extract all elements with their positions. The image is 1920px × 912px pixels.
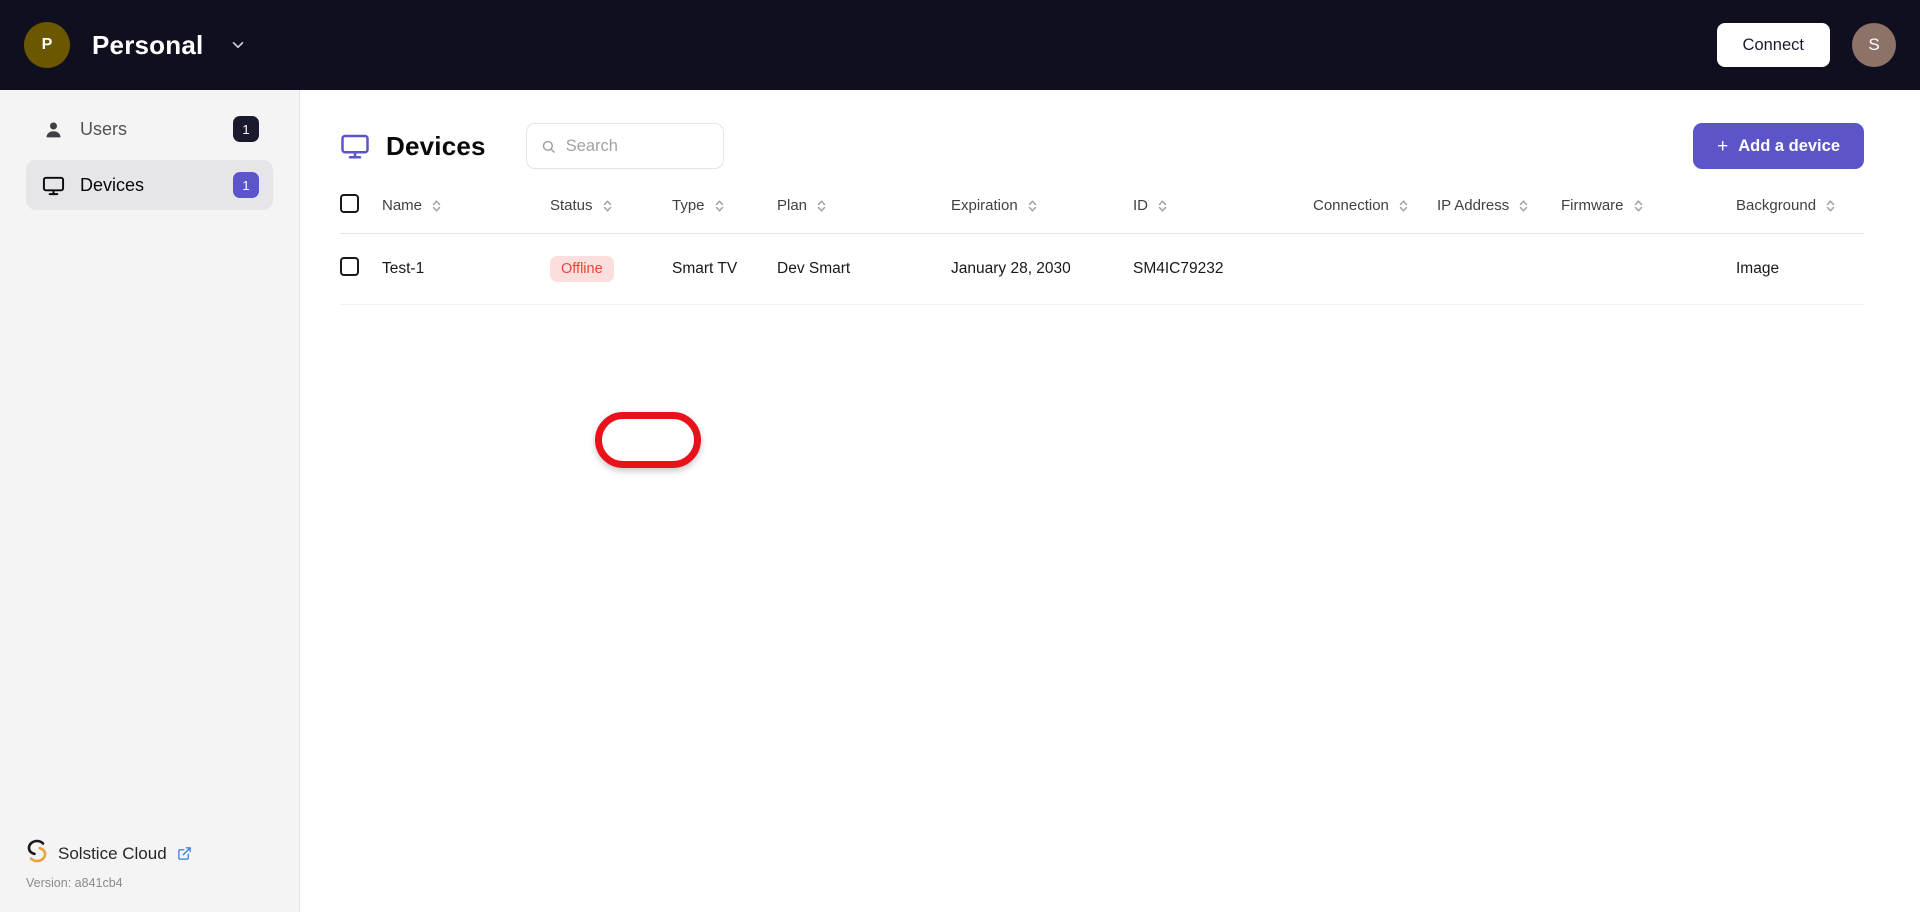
search-icon [541, 139, 556, 154]
column-header-status[interactable]: Status [550, 180, 672, 234]
sidebar-item-users[interactable]: Users 1 [26, 104, 273, 154]
monitor-icon [40, 174, 66, 197]
user-icon [40, 119, 66, 140]
cell-type: Smart TV [672, 233, 777, 305]
main-header: Devices + Add a device [300, 90, 1920, 180]
column-header-connection[interactable]: Connection [1313, 180, 1437, 234]
column-header-firmware[interactable]: Firmware [1561, 180, 1736, 234]
chevron-down-icon[interactable] [229, 36, 247, 54]
sort-chevrons-icon[interactable] [816, 199, 827, 213]
cell-background: Image [1736, 233, 1864, 305]
sidebar-item-label: Devices [80, 174, 145, 195]
column-header-plan[interactable]: Plan [777, 180, 951, 234]
devices-table-area: Name Status Type Plan Expiration ID Conn… [300, 180, 1920, 468]
column-header-background[interactable]: Background [1736, 180, 1864, 234]
column-header-type[interactable]: Type [672, 180, 777, 234]
column-label: Connection [1313, 197, 1389, 214]
main-content: Devices + Add a device [300, 90, 1920, 912]
sort-chevrons-icon[interactable] [1518, 199, 1529, 213]
table-row[interactable]: Test-1 Offline Smart TV Dev Smart Januar… [340, 233, 1864, 305]
avatar[interactable]: S [1852, 23, 1896, 67]
sort-chevrons-icon[interactable] [714, 199, 725, 213]
cell-expiration: January 28, 2030 [951, 233, 1133, 305]
annotation-oval-highlight [595, 412, 701, 468]
column-label: Type [672, 197, 705, 214]
column-label: Status [550, 197, 593, 214]
cell-connection [1313, 233, 1437, 305]
page-title: Devices [386, 130, 486, 161]
solstice-cloud-label: Solstice Cloud [58, 843, 167, 863]
sort-chevrons-icon[interactable] [1633, 199, 1644, 213]
row-select-cell [340, 233, 382, 305]
connect-button[interactable]: Connect [1716, 23, 1830, 67]
app-root: P Personal Connect S Users 1 Devices 1 S… [0, 0, 1920, 912]
table-header-row: Name Status Type Plan Expiration ID Conn… [340, 180, 1864, 234]
sidebar-item-devices[interactable]: Devices 1 [26, 160, 273, 210]
version-label: Version: a841cb4 [26, 876, 123, 890]
sort-chevrons-icon[interactable] [1157, 199, 1168, 213]
sidebar-item-label: Users [80, 118, 128, 139]
table-head: Name Status Type Plan Expiration ID Conn… [340, 180, 1864, 234]
status-badge: 1 [233, 116, 259, 142]
sort-chevrons-icon[interactable] [1825, 199, 1836, 213]
solstice-logo-icon [26, 839, 48, 868]
cell-firmware [1561, 233, 1736, 305]
sort-chevrons-icon[interactable] [1027, 199, 1038, 213]
sort-chevrons-icon[interactable] [602, 199, 613, 213]
column-header-expiration[interactable]: Expiration [951, 180, 1133, 234]
cell-plan: Dev Smart [777, 233, 951, 305]
external-link-icon[interactable] [177, 846, 192, 861]
select-all-checkbox[interactable] [340, 194, 359, 213]
select-all-header [340, 180, 382, 234]
status-badge: Offline [550, 256, 614, 282]
column-label: Firmware [1561, 197, 1624, 214]
add-device-button[interactable]: + Add a device [1693, 123, 1864, 169]
search-input[interactable] [565, 136, 709, 156]
monitor-icon [340, 131, 370, 161]
column-label: IP Address [1437, 197, 1510, 214]
sort-chevrons-icon[interactable] [1398, 199, 1409, 213]
search-box[interactable] [525, 123, 724, 169]
devices-table: Name Status Type Plan Expiration ID Conn… [340, 180, 1864, 305]
cell-status: Offline [550, 233, 672, 305]
sidebar: Users 1 Devices 1 Solstice Cloud Version… [0, 90, 300, 912]
column-header-name[interactable]: Name [382, 180, 550, 234]
org-name: Personal [92, 29, 204, 60]
status-badge: 1 [233, 172, 259, 198]
sort-chevrons-icon[interactable] [431, 199, 442, 213]
column-label: Plan [777, 197, 808, 214]
column-label: Background [1736, 197, 1817, 214]
column-label: Expiration [951, 197, 1018, 214]
sidebar-nav: Users 1 Devices 1 [0, 104, 299, 216]
top-bar: P Personal Connect S [0, 0, 1920, 90]
column-label: ID [1133, 197, 1148, 214]
org-avatar[interactable]: P [24, 22, 70, 68]
cell-name[interactable]: Test-1 [382, 233, 550, 305]
cell-ip-address [1437, 233, 1561, 305]
add-device-label: Add a device [1738, 136, 1840, 155]
column-label: Name [382, 197, 423, 214]
solstice-cloud-link[interactable]: Solstice Cloud [26, 839, 273, 868]
plus-icon: + [1717, 135, 1729, 157]
body: Users 1 Devices 1 Solstice Cloud Version… [0, 90, 1920, 912]
table-body: Test-1 Offline Smart TV Dev Smart Januar… [340, 233, 1864, 305]
row-checkbox[interactable] [340, 257, 359, 276]
sidebar-footer: Solstice Cloud Version: a841cb4 [0, 839, 299, 912]
cell-id: SM4IC79232 [1133, 233, 1313, 305]
column-header-ip-address[interactable]: IP Address [1437, 180, 1561, 234]
column-header-id[interactable]: ID [1133, 180, 1313, 234]
